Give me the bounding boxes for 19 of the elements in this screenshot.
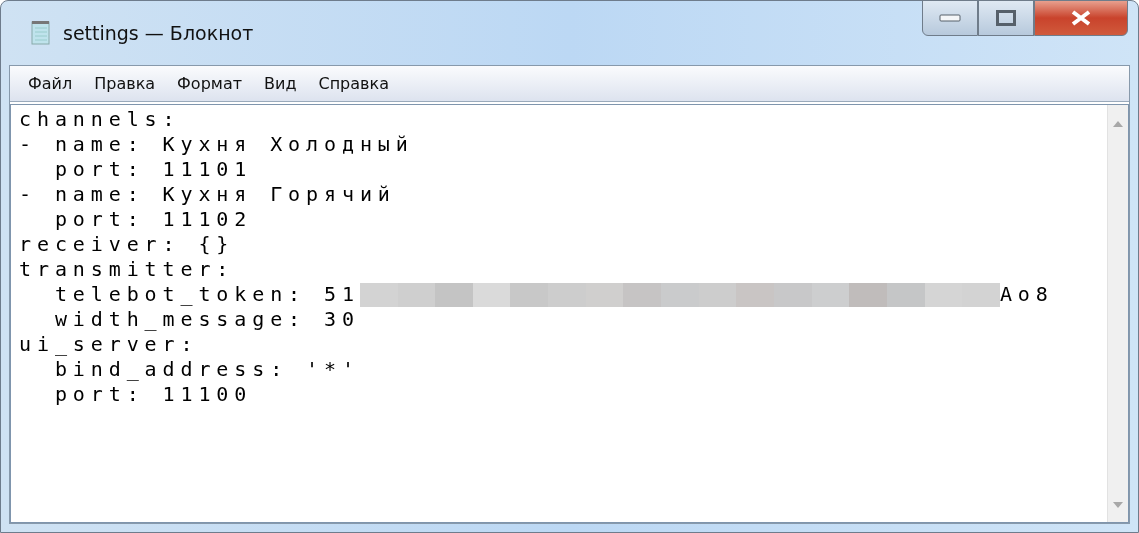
text-line: transmitter: [19, 257, 236, 282]
menu-item[interactable]: Файл [20, 72, 81, 95]
text-line: port: 11102 [53, 207, 254, 232]
menu-item[interactable]: Формат [169, 72, 250, 95]
text-line: receiver: {} [19, 232, 236, 257]
text-line: - name: Кухня Горячий [19, 182, 397, 207]
text-line: - name: Кухня Холодный [19, 132, 415, 157]
text-line: ui_server: [19, 332, 200, 357]
menu-item[interactable]: Вид [256, 72, 305, 95]
menu-item[interactable]: Справка [310, 72, 397, 95]
text-line: channels: [19, 107, 182, 132]
text-line: port: 11101 [53, 157, 254, 182]
menu-item[interactable]: Правка [86, 72, 164, 95]
text-line: width_message: 30 [53, 307, 361, 332]
text-line: port: 11100 [53, 382, 254, 407]
text-line: Ao8 [999, 282, 1054, 307]
window-title: settings — Блокнот [63, 22, 254, 44]
text-line: bind_address: '*' [53, 357, 361, 382]
text-line: telebot_token: 51 [53, 282, 360, 307]
